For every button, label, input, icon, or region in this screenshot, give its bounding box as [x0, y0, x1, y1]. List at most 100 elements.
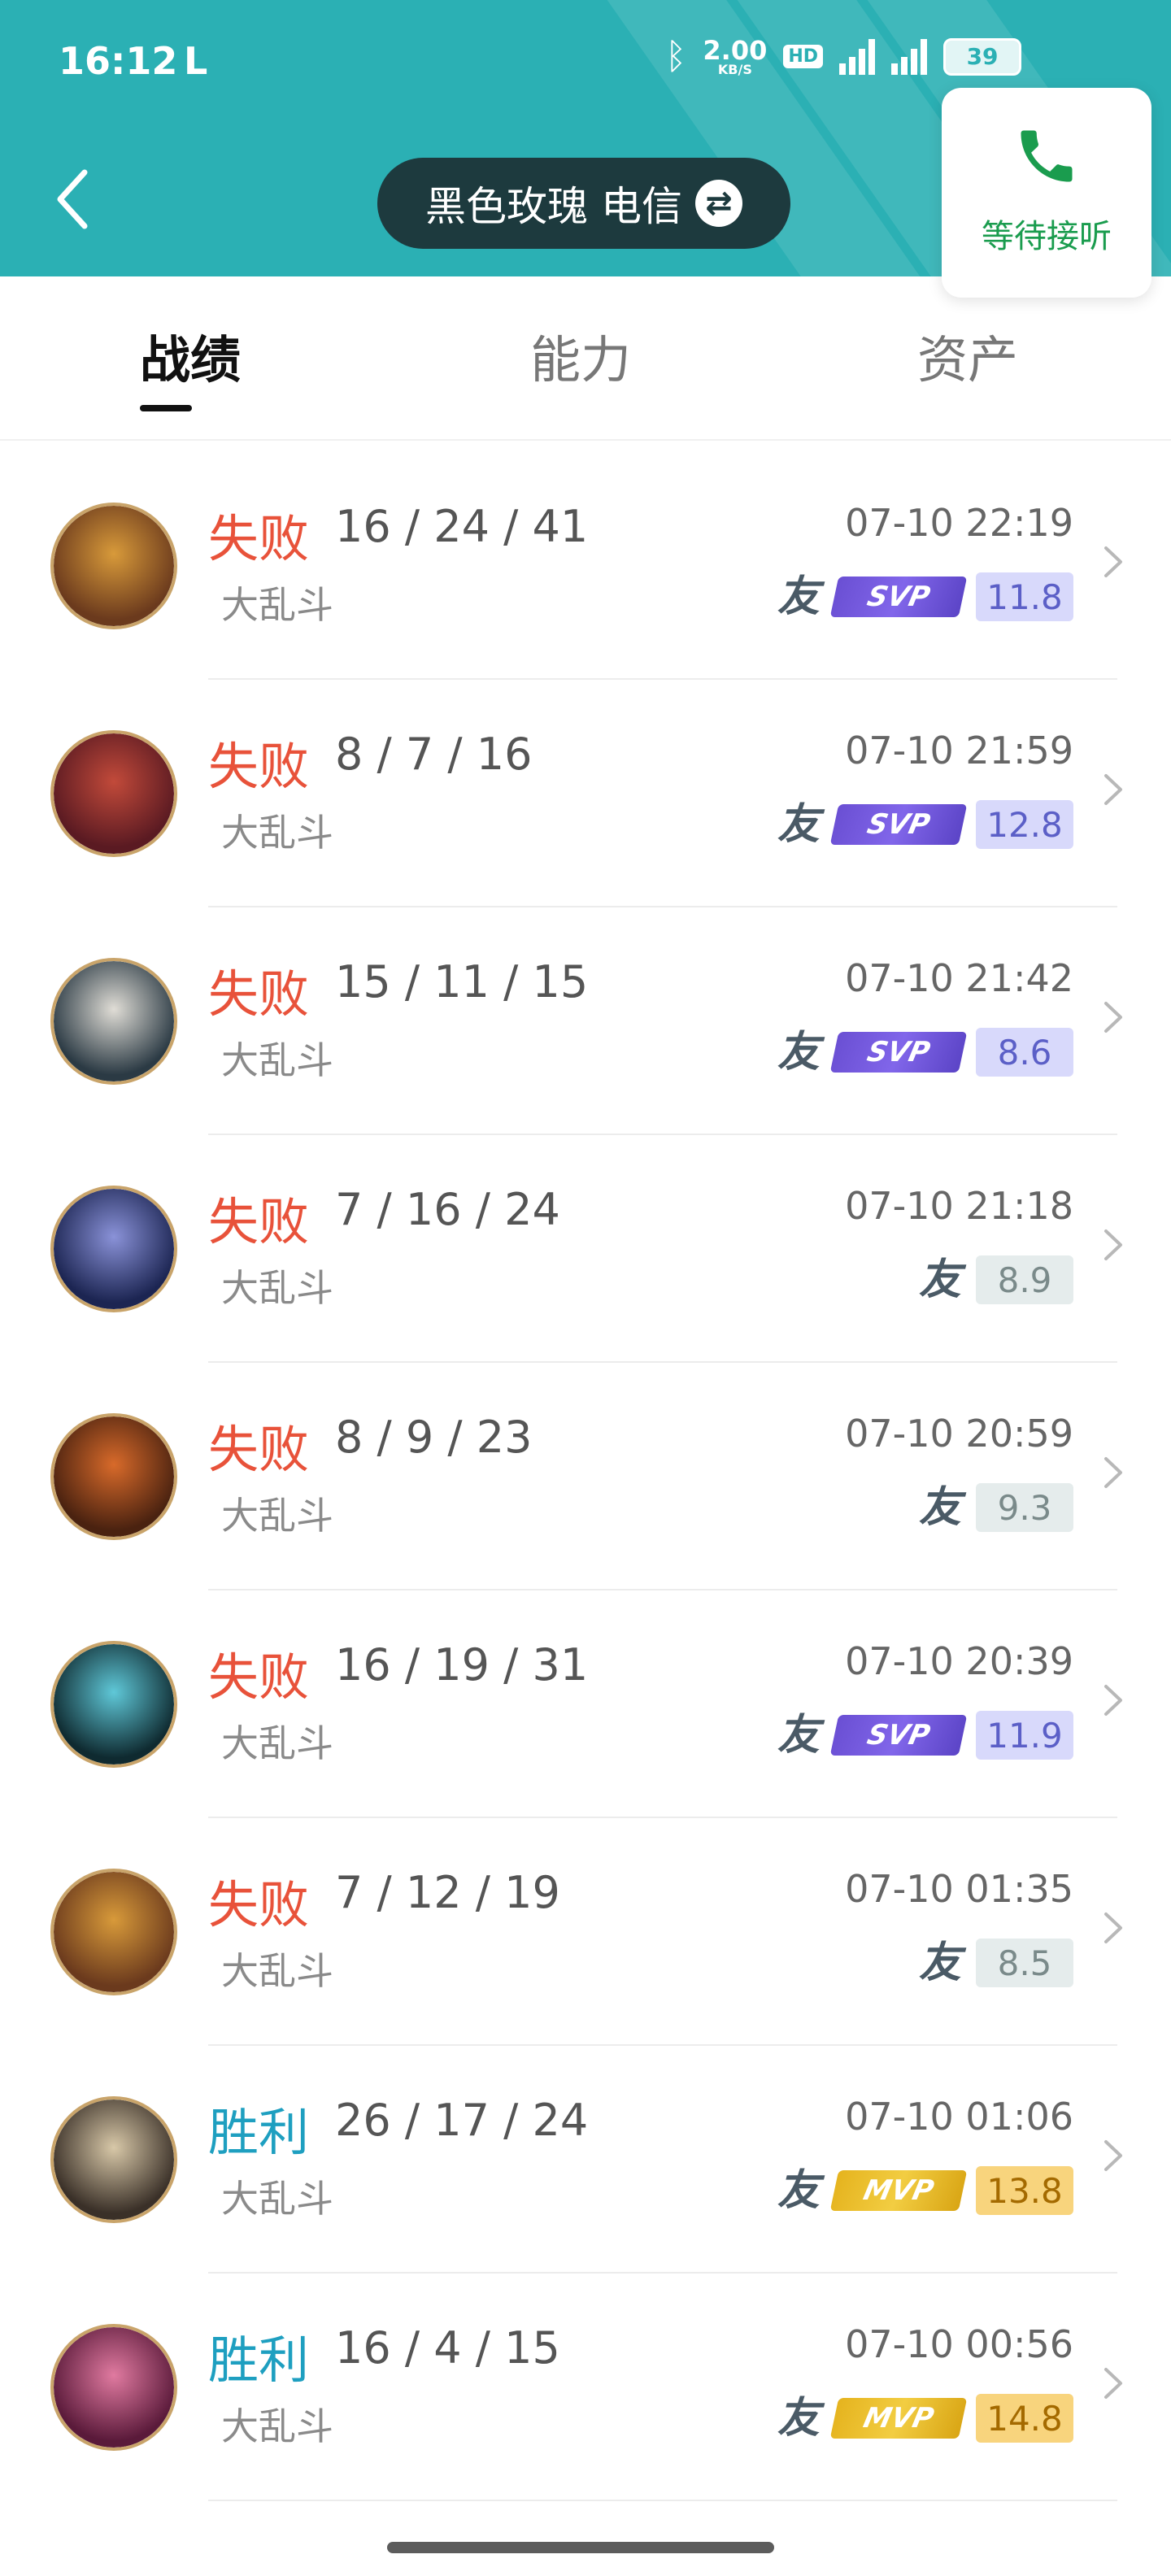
champion-avatar	[50, 1413, 177, 1540]
match-badges: 友 SVP 8.6	[776, 1028, 1073, 1077]
friend-icon: 友	[777, 2166, 820, 2215]
match-datetime: 07-10 21:42	[845, 956, 1073, 1000]
champion-avatar	[50, 958, 177, 1085]
battery-icon: 39	[943, 37, 1022, 76]
signal-5g-icon	[839, 38, 876, 75]
match-kda: 26 / 17 / 24	[335, 2095, 589, 2146]
match-row[interactable]: 失败 8 / 7 / 16 大乱斗 07-10 21:59 友 SVP 12.8	[0, 680, 1171, 907]
match-score: 13.8	[976, 2166, 1073, 2215]
match-kda: 7 / 12 / 19	[335, 1867, 560, 1918]
match-datetime: 07-10 22:19	[845, 501, 1073, 545]
tab-bar: 战绩 能力 资产	[0, 276, 1171, 439]
champion-avatar	[50, 1869, 177, 1995]
chevron-right-icon	[1104, 546, 1122, 577]
mvp-badge: MVP	[829, 2398, 968, 2439]
match-mode: 大乱斗	[221, 2177, 333, 2221]
match-score: 14.8	[976, 2394, 1073, 2443]
match-row[interactable]: 胜利 16 / 4 / 15 大乱斗 07-10 00:56 友 MVP 14.…	[0, 2274, 1171, 2501]
match-result: 失败	[208, 509, 310, 568]
match-result: 失败	[208, 1875, 310, 1934]
match-mode: 大乱斗	[221, 1494, 333, 1538]
bluetooth-icon: ᛒ	[665, 36, 687, 77]
match-badges: 友 SVP 12.8	[776, 800, 1073, 849]
match-result: 失败	[208, 737, 310, 796]
match-badges: 友 MVP 13.8	[776, 2166, 1073, 2215]
match-mode: 大乱斗	[221, 1266, 333, 1310]
chevron-right-icon	[1104, 774, 1122, 805]
match-score: 11.8	[976, 572, 1073, 621]
match-mode: 大乱斗	[221, 2404, 333, 2448]
match-row[interactable]: 失败 16 / 24 / 41 大乱斗 07-10 22:19 友 SVP 11…	[0, 452, 1171, 680]
match-result: 失败	[208, 1647, 310, 1707]
friend-icon: 友	[777, 2394, 820, 2443]
friend-icon: 友	[918, 1483, 961, 1532]
match-result: 胜利	[208, 2103, 310, 2162]
match-mode: 大乱斗	[221, 1721, 333, 1765]
match-row[interactable]: 失败 16 / 19 / 31 大乱斗 07-10 20:39 友 SVP 11…	[0, 1590, 1171, 1818]
svp-badge: SVP	[829, 1032, 968, 1073]
signal-5g-icon	[891, 38, 928, 75]
mvp-badge: MVP	[829, 2170, 968, 2211]
network-speed-unit: KB/S	[717, 61, 752, 77]
match-result: 失败	[208, 1420, 310, 1479]
match-datetime: 07-10 21:18	[845, 1184, 1073, 1228]
match-datetime: 07-10 01:35	[845, 1867, 1073, 1911]
match-kda: 15 / 11 / 15	[335, 956, 589, 1007]
friend-icon: 友	[918, 1939, 961, 1987]
champion-avatar	[50, 730, 177, 857]
row-divider	[208, 2500, 1117, 2501]
tab-ability[interactable]: 能力	[530, 319, 631, 392]
svp-badge: SVP	[829, 577, 968, 617]
friend-icon: 友	[918, 1255, 961, 1304]
call-status-label: 等待接听	[982, 218, 1112, 255]
chevron-right-icon	[1104, 1685, 1122, 1716]
match-score: 11.9	[976, 1711, 1073, 1760]
match-row[interactable]: 失败 8 / 9 / 23 大乱斗 07-10 20:59 友 9.3	[0, 1363, 1171, 1590]
match-kda: 8 / 7 / 16	[335, 729, 533, 780]
match-score: 12.8	[976, 800, 1073, 849]
match-kda: 16 / 4 / 15	[335, 2322, 560, 2374]
match-result: 胜利	[208, 2330, 310, 2390]
back-arrow-icon[interactable]	[49, 163, 98, 236]
friend-icon: 友	[777, 1711, 820, 1760]
champion-avatar	[50, 1186, 177, 1312]
chevron-right-icon	[1104, 2368, 1122, 2399]
match-mode: 大乱斗	[221, 1949, 333, 1993]
match-kda: 16 / 24 / 41	[335, 501, 589, 552]
friend-icon: 友	[777, 572, 820, 621]
account-name: 黑色玫瑰 电信	[425, 183, 682, 230]
chevron-right-icon	[1104, 1457, 1122, 1488]
match-row[interactable]: 失败 7 / 12 / 19 大乱斗 07-10 01:35 友 8.5	[0, 1818, 1171, 2046]
network-speed-value: 2.00	[703, 34, 768, 66]
svp-badge: SVP	[829, 804, 968, 845]
tab-divider	[0, 439, 1171, 441]
match-datetime: 07-10 01:06	[845, 2095, 1073, 2139]
match-row[interactable]: 胜利 26 / 17 / 24 大乱斗 07-10 01:06 友 MVP 13…	[0, 2046, 1171, 2274]
match-kda: 8 / 9 / 23	[335, 1412, 533, 1463]
friend-icon: 友	[777, 800, 820, 849]
call-card[interactable]: 等待接听	[942, 88, 1151, 298]
match-badges: 友 9.3	[917, 1483, 1073, 1532]
match-badges: 友 MVP 14.8	[776, 2394, 1073, 2443]
match-datetime: 07-10 20:59	[845, 1412, 1073, 1456]
account-switcher[interactable]: 黑色玫瑰 电信 ⇄	[377, 158, 790, 249]
swap-icon: ⇄	[694, 180, 742, 227]
champion-avatar	[50, 1641, 177, 1768]
tab-records[interactable]: 战绩	[140, 319, 241, 392]
match-mode: 大乱斗	[221, 1038, 333, 1082]
match-badges: 友 8.9	[917, 1255, 1073, 1304]
match-row[interactable]: 失败 7 / 16 / 24 大乱斗 07-10 21:18 友 8.9	[0, 1135, 1171, 1363]
match-row[interactable]: 失败 15 / 11 / 15 大乱斗 07-10 21:42 友 SVP 8.…	[0, 907, 1171, 1135]
match-result: 失败	[208, 964, 310, 1024]
match-kda: 7 / 16 / 24	[335, 1184, 560, 1235]
match-badges: 友 SVP 11.8	[776, 572, 1073, 621]
network-speed: 2.00 KB/S	[703, 37, 767, 76]
match-datetime: 07-10 00:56	[845, 2322, 1073, 2366]
home-indicator[interactable]	[387, 2542, 774, 2553]
status-icons: ᛒ 2.00 KB/S HD 39	[665, 36, 1022, 77]
svp-badge: SVP	[829, 1715, 968, 1756]
match-list: 失败 16 / 24 / 41 大乱斗 07-10 22:19 友 SVP 11…	[0, 452, 1171, 2501]
phone-icon	[942, 122, 1151, 190]
tab-assets[interactable]: 资产	[917, 319, 1018, 392]
champion-avatar	[50, 2324, 177, 2451]
